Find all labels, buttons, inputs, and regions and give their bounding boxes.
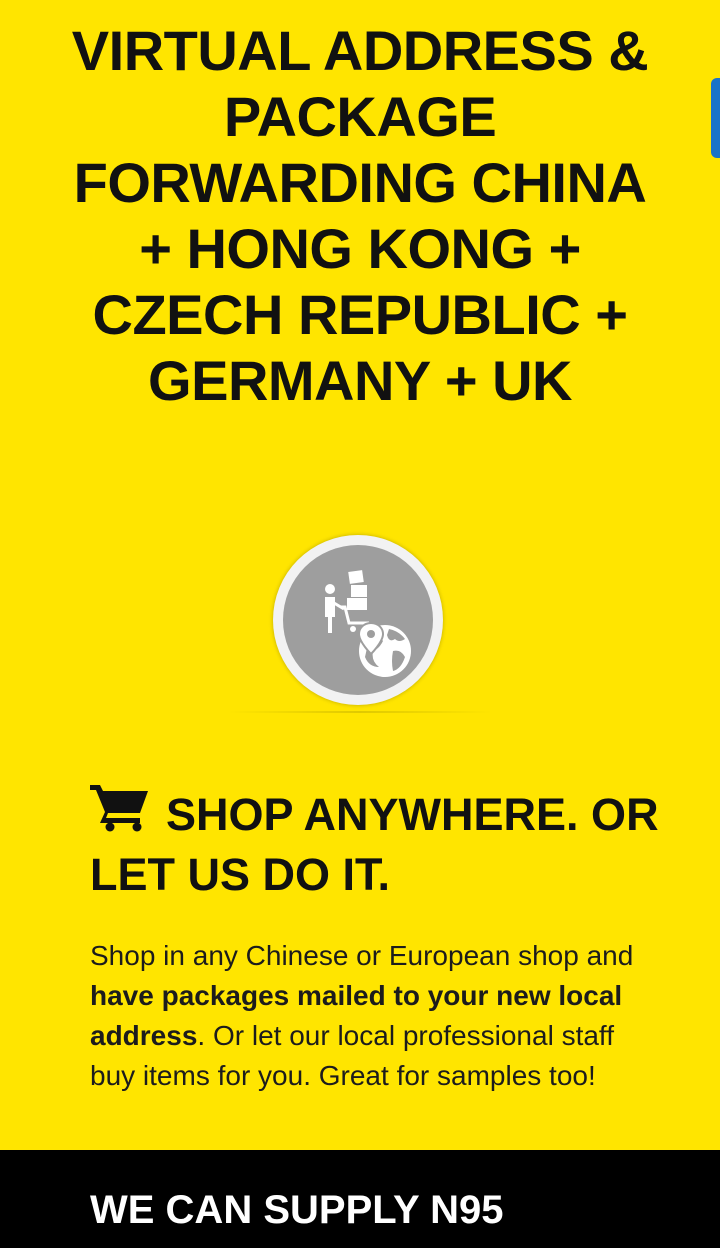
n95-banner: WE CAN SUPPLY N95 [0,1150,720,1248]
side-tab[interactable] [711,78,720,158]
shop-section-text: Shop in any Chinese or European shop and… [90,936,650,1096]
hero-title: VIRTUAL ADDRESS & PACKAGE FORWARDING CHI… [71,19,649,412]
shop-section-heading-text: SHOP ANYWHERE. OR LET US DO IT. [90,789,659,900]
badge-divider [228,711,492,713]
shop-section-heading: SHOP ANYWHERE. OR LET US DO IT. [90,782,660,905]
n95-heading: WE CAN SUPPLY N95 [90,1188,504,1232]
shopping-forwarding-globe-icon [283,545,433,695]
service-badge [273,535,443,705]
shop-text-part-1: Shop in any Chinese or European shop and [90,940,634,971]
shopping-cart-icon [90,785,148,832]
page: VIRTUAL ADDRESS & PACKAGE FORWARDING CHI… [0,0,720,1248]
